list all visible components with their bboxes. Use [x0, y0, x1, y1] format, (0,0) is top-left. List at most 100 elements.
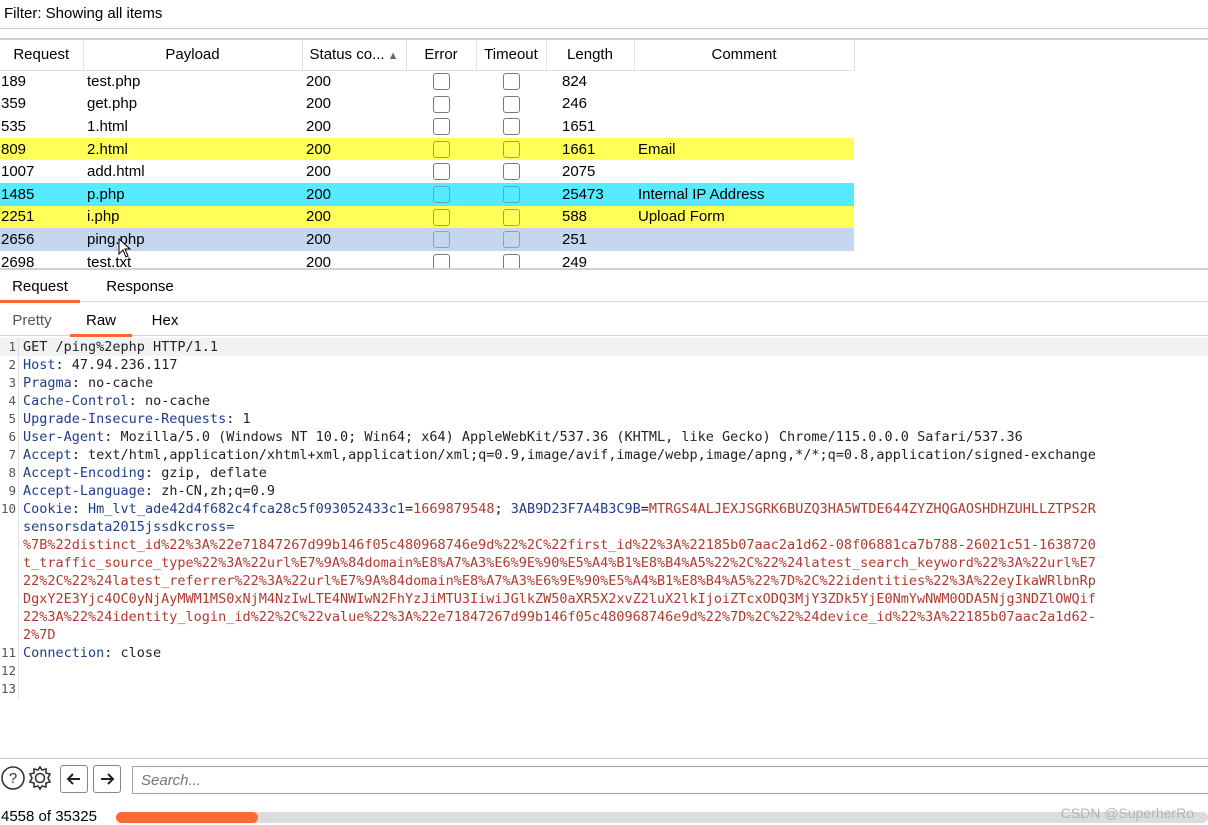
comment-cell	[634, 251, 854, 268]
checkbox[interactable]	[503, 73, 520, 91]
column-header-comment[interactable]: Comment	[634, 40, 855, 71]
editor-line: 22%2C%22%24latest_referrer%22%3A%22url%E…	[0, 572, 1208, 590]
timeout-checkbox	[476, 115, 546, 138]
checkbox[interactable]	[503, 140, 520, 158]
line-number: 10	[0, 500, 19, 518]
table-row[interactable]: 359 get.php 200 246	[0, 93, 854, 116]
header-value: close	[112, 645, 162, 661]
status-cell: 200	[306, 95, 332, 113]
checkbox[interactable]	[433, 118, 450, 136]
attack-progress-bar	[116, 812, 1208, 823]
checkbox[interactable]	[503, 186, 520, 204]
line-number	[0, 590, 19, 608]
checkbox[interactable]	[503, 253, 520, 268]
editor-line: 1 GET /ping%2ephp HTTP/1.1	[0, 338, 1208, 356]
checkbox[interactable]	[433, 231, 450, 249]
checkbox[interactable]	[503, 231, 520, 249]
line-content: Connection: close	[23, 645, 162, 661]
line-number: 4	[0, 392, 19, 410]
payload-cell: i.php	[83, 205, 302, 229]
header-value: text/html,application/xhtml+xml,applicat…	[79, 447, 1096, 463]
timeout-checkbox	[476, 137, 546, 161]
filter-text: Filter: Showing all items	[4, 5, 163, 22]
line-number	[0, 626, 19, 644]
column-header-timeout[interactable]: Timeout	[476, 40, 547, 71]
results-table[interactable]: Request Payload Status co... ▲ Error Time…	[0, 38, 1208, 270]
editor-line: 12	[0, 662, 1208, 680]
message-tabs: Request Response	[0, 272, 1208, 303]
header-value: no-cache	[136, 393, 210, 409]
checkbox[interactable]	[503, 163, 520, 181]
table-row[interactable]: 2251 i.php 200 588 Upload Form	[0, 205, 854, 229]
request-count: 4558 of 35325	[1, 808, 97, 825]
settings-gear-icon[interactable]	[27, 765, 53, 791]
header-value: 1	[234, 411, 251, 427]
cookie-value: 22%2C%22%24latest_referrer%22%3A%22url%E…	[23, 573, 1096, 589]
error-checkbox	[406, 160, 476, 183]
tab-pretty[interactable]: Pretty	[0, 306, 64, 336]
line-number: 7	[0, 446, 19, 464]
editor-line: 6 User-Agent: Mozilla/5.0 (Windows NT 10.…	[0, 428, 1208, 446]
attack-progress-fill	[116, 812, 258, 823]
editor-toolbar: ?	[0, 762, 1208, 798]
checkbox[interactable]	[433, 140, 450, 158]
table-row[interactable]: 189 test.php 200 824	[0, 70, 854, 93]
column-header-length[interactable]: Length	[546, 40, 635, 71]
help-icon[interactable]: ?	[0, 765, 26, 791]
table-row[interactable]: 535 1.html 200 1651	[0, 115, 854, 138]
payload-cell: get.php	[87, 95, 138, 113]
filter-bar[interactable]: Filter: Showing all items	[0, 0, 1208, 29]
table-row[interactable]: 1007 add.html 200 2075	[0, 160, 854, 183]
table-row[interactable]: 1485 p.php 200 25473 Internal IP Address	[0, 182, 854, 206]
tab-raw[interactable]: Raw	[70, 306, 132, 337]
length-cell: 1651	[562, 117, 596, 135]
editor-line: %7B%22distinct_id%22%3A%22e71847267d99b1…	[0, 536, 1208, 554]
error-checkbox	[406, 228, 476, 251]
header-name: Pragma	[23, 375, 72, 391]
checkbox[interactable]	[433, 186, 450, 204]
line-number: 2	[0, 356, 19, 374]
payload-cell: ping.php	[83, 228, 302, 251]
column-header-request[interactable]: Request	[0, 40, 84, 71]
checkbox[interactable]	[503, 95, 520, 113]
line-content: %7B%22distinct_id%22%3A%22e71847267d99b1…	[19, 536, 1096, 554]
comment-cell	[634, 70, 854, 93]
line-number	[0, 608, 19, 626]
checkbox[interactable]	[433, 253, 450, 268]
checkbox[interactable]	[503, 208, 520, 226]
status-bar: 4558 of 35325 CSDN @SuperherRo	[0, 805, 1208, 825]
cookie-value: 22%3A%22%24identity_login_id%22%2C%22val…	[23, 609, 1096, 625]
payload-cell: 2.html	[83, 137, 302, 161]
tab-response[interactable]: Response	[96, 272, 184, 302]
checkbox[interactable]	[433, 163, 450, 181]
status-cell: 200	[306, 117, 332, 135]
tab-request[interactable]: Request	[0, 272, 80, 303]
editor-line: 9 Accept-Language: zh-CN,zh;q=0.9	[0, 482, 1208, 500]
column-header-status-code[interactable]: Status co... ▲	[302, 40, 407, 71]
divider	[0, 758, 1208, 759]
previous-match-button[interactable]	[60, 765, 88, 793]
column-header-error[interactable]: Error	[406, 40, 477, 71]
table-row[interactable]: 809 2.html 200 1661 Email	[0, 137, 854, 161]
tab-hex[interactable]: Hex	[134, 306, 196, 336]
raw-request-editor[interactable]: 1 GET /ping%2ephp HTTP/1.1 2 Host: 47.94.23…	[0, 338, 1208, 758]
header-name: User-Agent	[23, 429, 105, 445]
column-header-payload[interactable]: Payload	[83, 40, 303, 71]
line-content: Host: 47.94.236.117	[23, 357, 178, 373]
checkbox[interactable]	[433, 95, 450, 113]
line-content: Upgrade-Insecure-Requests: 1	[23, 411, 251, 427]
search-input[interactable]	[132, 766, 1208, 794]
next-match-button[interactable]	[93, 765, 121, 793]
checkbox[interactable]	[433, 73, 450, 91]
line-content: 22%2C%22%24latest_referrer%22%3A%22url%E…	[19, 572, 1096, 590]
status-cell: 200	[302, 205, 406, 229]
checkbox[interactable]	[433, 208, 450, 226]
payload-cell: test.php	[87, 73, 141, 91]
line-content: Cache-Control: no-cache	[23, 393, 210, 409]
status-cell: 200	[306, 73, 332, 91]
editor-line: 5 Upgrade-Insecure-Requests: 1	[0, 410, 1208, 428]
line-content: Accept: text/html,application/xhtml+xml,…	[23, 447, 1096, 463]
header-value: Mozilla/5.0 (Windows NT 10.0; Win64; x64…	[112, 429, 1023, 445]
cookie-name: sensorsdata2015jssdkcross=	[23, 519, 235, 535]
checkbox[interactable]	[503, 118, 520, 136]
